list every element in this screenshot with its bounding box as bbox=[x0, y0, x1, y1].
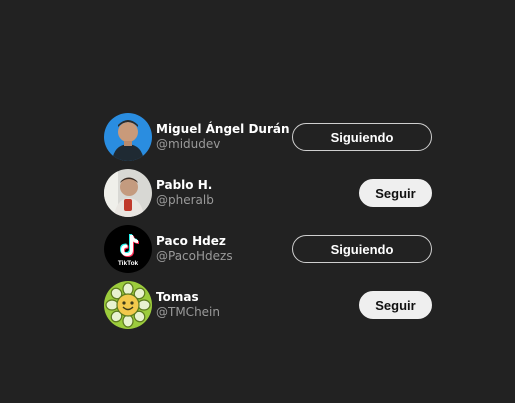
user-handle: @midudev bbox=[156, 137, 221, 151]
user-name: Paco Hdez bbox=[156, 234, 226, 248]
user-info: Miguel Ángel Durán @midudev bbox=[156, 122, 290, 152]
user-name: Pablo H. bbox=[156, 178, 213, 192]
sunflower-avatar-icon[interactable] bbox=[104, 281, 152, 329]
user-handle: @PacoHdezs bbox=[156, 249, 233, 263]
follow-button[interactable]: Seguir bbox=[359, 291, 432, 319]
following-button[interactable]: Siguiendo bbox=[292, 123, 432, 151]
tiktok-logo-icon[interactable]: TikTok bbox=[104, 225, 152, 273]
user-card-pheralb: Pablo H. @pheralb Seguir bbox=[104, 165, 432, 221]
tiktok-wordmark: TikTok bbox=[118, 260, 139, 267]
follow-suggestions-list: Miguel Ángel Durán @midudev Siguiendo Pa… bbox=[104, 109, 432, 333]
user-handle: @pheralb bbox=[156, 193, 214, 207]
user-avatar[interactable] bbox=[104, 113, 152, 161]
user-avatar[interactable] bbox=[104, 169, 152, 217]
following-button[interactable]: Siguiendo bbox=[292, 235, 432, 263]
user-handle: @TMChein bbox=[156, 305, 220, 319]
user-card-midudev: Miguel Ángel Durán @midudev Siguiendo bbox=[104, 109, 432, 165]
user-info: Tomas @TMChein bbox=[156, 290, 220, 320]
user-name: Miguel Ángel Durán bbox=[156, 122, 290, 136]
user-card-pacohdezs: TikTok Paco Hdez @PacoHdezs Siguiendo bbox=[104, 221, 432, 277]
follow-button[interactable]: Seguir bbox=[359, 179, 432, 207]
user-card-tmchein: Tomas @TMChein Seguir bbox=[104, 277, 432, 333]
user-name: Tomas bbox=[156, 290, 199, 304]
user-info: Pablo H. @pheralb bbox=[156, 178, 214, 208]
user-info: Paco Hdez @PacoHdezs bbox=[156, 234, 233, 264]
